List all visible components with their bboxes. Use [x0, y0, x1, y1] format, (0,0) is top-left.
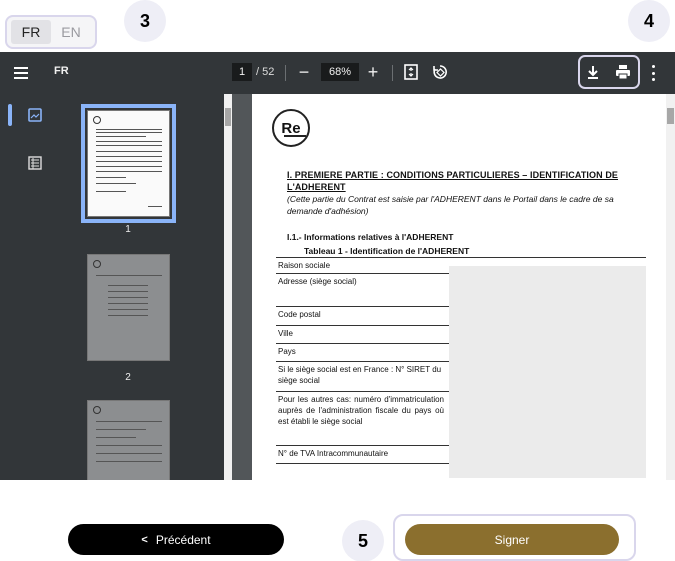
- sidebar-scrollbar[interactable]: [224, 94, 232, 480]
- print-icon[interactable]: [615, 64, 631, 80]
- fit-page-icon[interactable]: [404, 64, 418, 80]
- more-icon[interactable]: [650, 65, 656, 81]
- page-thumbnail-3[interactable]: [87, 400, 170, 480]
- download-icon[interactable]: [585, 64, 601, 80]
- pdf-page: Re I. PREMIERE PARTIE : CONDITIONS PARTI…: [252, 94, 666, 480]
- page-thumbnail-2[interactable]: [87, 254, 170, 361]
- table-title: Tableau 1 - Identification de l'ADHERENT: [304, 246, 470, 256]
- re-logo: Re: [272, 109, 310, 147]
- menu-icon[interactable]: [12, 64, 30, 82]
- zoom-in-icon[interactable]: +: [364, 61, 382, 83]
- toolbar-divider: [285, 65, 286, 81]
- document-title: FR: [54, 65, 69, 77]
- page-thumbnail-1[interactable]: [81, 104, 176, 223]
- previous-button-label: Précédent: [155, 532, 211, 547]
- chevron-left-icon: <: [141, 533, 148, 546]
- active-view-indicator: [8, 104, 12, 126]
- thumbnail-number-2: 2: [125, 372, 131, 383]
- toolbar-divider: [392, 65, 393, 81]
- table-value-area: [449, 266, 646, 478]
- zoom-level-input[interactable]: 68%: [321, 63, 359, 81]
- previous-button[interactable]: < Précédent: [68, 524, 284, 555]
- lang-fr-button[interactable]: FR: [11, 20, 51, 44]
- thumbnail-sidebar: 1 2: [0, 94, 232, 480]
- zoom-out-icon[interactable]: −: [296, 62, 312, 82]
- document-heading: I. PREMIERE PARTIE : CONDITIONS PARTICUL…: [287, 170, 619, 192]
- step-badge-4: 4: [628, 0, 670, 42]
- document-subtext: (Cette partie du Contrat est saisie par …: [287, 194, 614, 216]
- sign-button[interactable]: Signer: [405, 524, 619, 555]
- page-number-input[interactable]: 1: [232, 63, 252, 81]
- outline-view-icon[interactable]: [28, 156, 42, 170]
- step-badge-3: 3: [124, 0, 166, 42]
- rotate-icon[interactable]: [432, 64, 448, 80]
- language-switch: FR EN: [5, 15, 97, 49]
- section-title: I.1.- Informations relatives à l'ADHEREN…: [287, 232, 454, 242]
- pdf-toolbar: FR 1 / 52 − 68% +: [0, 52, 675, 94]
- page-total: / 52: [256, 66, 275, 78]
- thumbnail-view-icon[interactable]: [28, 108, 42, 122]
- step-badge-5: 5: [342, 520, 384, 561]
- sidebar-rail: [0, 94, 60, 480]
- pdf-viewer: FR 1 / 52 − 68% + 1 2 Re I. PREMIERE PAR…: [0, 52, 675, 480]
- page-scrollbar[interactable]: [666, 94, 675, 480]
- thumbnail-number-1: 1: [125, 224, 131, 235]
- thumbnail-list: 1 2: [60, 94, 224, 480]
- lang-en-button[interactable]: EN: [51, 20, 91, 44]
